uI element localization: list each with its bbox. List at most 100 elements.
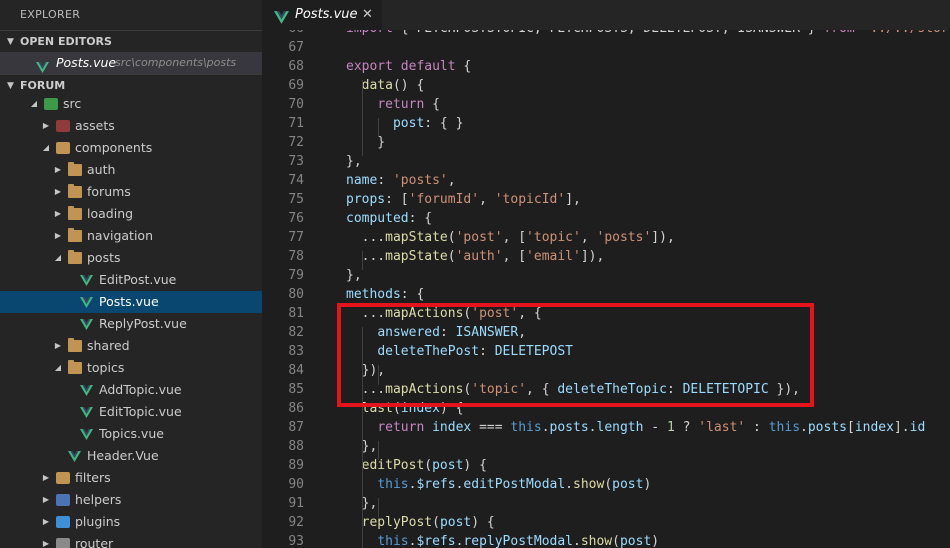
code-line[interactable]: return index === this.posts.length - 1 ?… [346,418,925,437]
chevron-down-icon[interactable]: ◢ [52,247,64,269]
tree-item-topics-vue[interactable]: Topics.vue [0,423,262,445]
line-number: 73 [288,154,304,169]
line-number: 83 [288,344,304,359]
tree-item-label: EditPost.vue [99,272,177,287]
line-number: 66 [262,30,304,38]
line-number: 82 [288,325,304,340]
tree-item-editpost-vue[interactable]: EditPost.vue [0,269,262,291]
chevron-right-icon[interactable]: ▶ [40,511,52,533]
tree-item-src[interactable]: ◢ src [0,93,262,115]
line-number: 80 [288,287,304,302]
code-line[interactable]: return { [346,95,440,114]
tree-item-addtopic-vue[interactable]: AddTopic.vue [0,379,262,401]
chevron-down-icon[interactable]: ◢ [28,93,40,115]
tree-item-edittopic-vue[interactable]: EditTopic.vue [0,401,262,423]
line-number: 70 [288,97,304,112]
tree-item-label: plugins [75,514,121,529]
tree-item-label: loading [87,206,134,221]
tree-item-auth[interactable]: ▶ auth [0,159,262,181]
chevron-down-icon[interactable]: ◢ [40,137,52,159]
line-number: 78 [288,249,304,264]
tree-item-topics[interactable]: ◢ topics [0,357,262,379]
code-line[interactable]: ...mapState('auth', ['email']), [346,247,605,266]
tree-item-label: auth [87,162,116,177]
code-editor[interactable]: 66 import { FETCHPOSTSTOPIC, FETCHPOSTS, … [262,30,950,548]
code-line[interactable]: ...mapState('post', ['topic', 'posts']), [346,228,675,247]
tree-item-loading[interactable]: ▶ loading [0,203,262,225]
indent-guide [378,498,379,517]
chevron-right-icon[interactable]: ▶ [40,489,52,511]
tab-posts-vue[interactable]: Posts.vue ✕ [262,0,382,30]
chevron-right-icon[interactable]: ▶ [40,533,52,548]
chevron-right-icon[interactable]: ▶ [40,467,52,489]
code-line[interactable]: methods: { [346,285,424,304]
chevron-right-icon[interactable]: ▶ [52,203,64,225]
tree-item-helpers[interactable]: ▶ helpers [0,489,262,511]
code-line[interactable]: } [346,133,385,152]
chevron-right-icon[interactable]: ▶ [52,335,64,357]
code-line[interactable]: post: { } [346,114,463,133]
tree-item-label: posts [87,250,121,265]
chevron-right-icon[interactable]: ▶ [40,115,52,137]
filters-folder-icon [56,472,70,484]
indent-guide [378,441,379,460]
code-line[interactable]: data() { [346,76,425,95]
tree-item-label: navigation [87,228,153,243]
tree-item-label: assets [75,118,115,133]
tree-item-label: helpers [75,492,122,507]
tree-item-label: Topics.vue [99,426,164,441]
code-line[interactable]: import { FETCHPOSTSTOPIC, FETCHPOSTS, DE… [346,30,950,38]
code-line[interactable]: name: 'posts', [346,171,456,190]
tree-item-shared[interactable]: ▶ shared [0,335,262,357]
code-line[interactable]: props: ['forumId', 'topicId'], [346,190,581,209]
chevron-right-icon[interactable]: ▶ [52,159,64,181]
code-line[interactable]: }, [346,152,362,171]
tree-item-plugins[interactable]: ▶ plugins [0,511,262,533]
tree-item-posts[interactable]: ◢ posts [0,247,262,269]
vue-file-icon [80,429,93,440]
folder-icon [68,162,82,176]
chevron-right-icon[interactable]: ▶ [52,181,64,203]
code-line[interactable]: this.$refs.replyPostModal.show(post) [346,532,659,548]
code-line[interactable]: export default { [346,57,471,76]
tree-item-navigation[interactable]: ▶ navigation [0,225,262,247]
line-number: 93 [288,534,304,548]
chevron-right-icon[interactable]: ▶ [52,225,64,247]
router-folder-icon [56,538,70,548]
tree-item-replypost-vue[interactable]: ReplyPost.vue [0,313,262,335]
code-line[interactable]: replyPost(post) { [346,513,495,532]
open-editors-header[interactable]: ▼ OPEN EDITORS [0,30,262,52]
tree-item-filters[interactable]: ▶ filters [0,467,262,489]
tree-item-label: ReplyPost.vue [99,316,187,331]
line-number: 77 [288,230,304,245]
tree-item-assets[interactable]: ▶ assets [0,115,262,137]
highlight-annotation-box [337,303,814,407]
open-editor-item-posts[interactable]: Posts.vue src\components\posts [0,52,262,74]
components-folder-icon [56,142,70,154]
tree-item-components[interactable]: ◢ components [0,137,262,159]
tree-item-forums[interactable]: ▶ forums [0,181,262,203]
line-number: 92 [288,515,304,530]
tree-item-header-vue[interactable]: Header.Vue [0,445,262,467]
code-line[interactable]: this.$refs.editPostModal.show(post) [346,475,651,494]
line-number: 85 [288,382,304,397]
tree-item-label: src [63,96,82,111]
assets-folder-icon [56,120,70,132]
line-number: 68 [288,59,304,74]
tree-item-posts-vue[interactable]: Posts.vue [0,291,262,313]
open-editors-label: OPEN EDITORS [20,35,112,48]
file-tree: ◢ src ▶ assets ◢ components ▶ auth ▶ forums ▶ loadi… [0,96,262,548]
line-number: 67 [288,40,304,55]
chevron-down-icon[interactable]: ◢ [52,357,64,379]
code-line[interactable]: editPost(post) { [346,456,487,475]
tree-item-router[interactable]: ▶ router [0,533,262,548]
code-line[interactable]: computed: { [346,209,432,228]
folder-icon [68,228,82,242]
folder-icon [68,360,82,374]
forum-label: FORUM [20,79,66,92]
tree-item-label: Posts.vue [99,294,159,309]
code-line[interactable]: }, [346,266,362,285]
close-icon[interactable]: ✕ [362,0,373,30]
vue-file-icon [80,297,93,308]
line-number: 90 [288,477,304,492]
